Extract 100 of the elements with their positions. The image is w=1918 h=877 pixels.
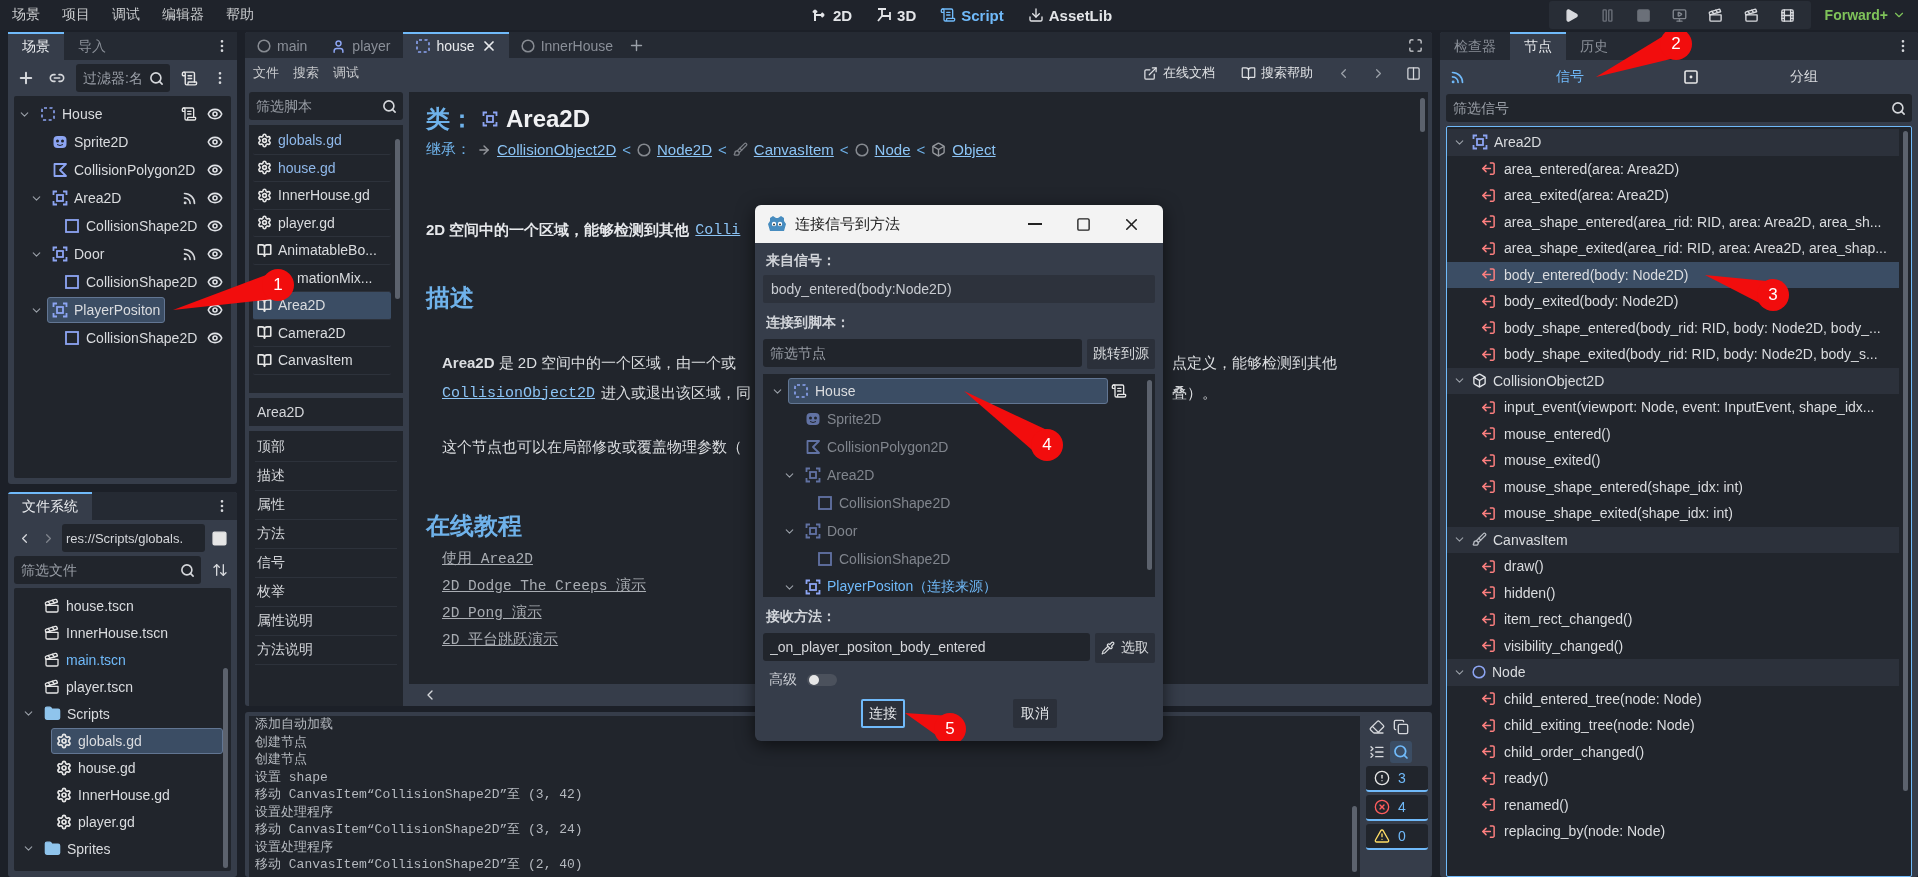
tree-item[interactable]: House bbox=[788, 378, 1108, 404]
eye-icon[interactable] bbox=[207, 218, 223, 234]
signal-item[interactable]: mouse_exited() bbox=[1447, 447, 1607, 474]
dock-tab[interactable]: 检查器 bbox=[1440, 32, 1510, 60]
member-item[interactable]: 方法 bbox=[255, 520, 397, 549]
signal-item[interactable]: body_exited(body: Node2D) bbox=[1447, 288, 1685, 315]
tree-item[interactable]: CollisionShape2D bbox=[59, 269, 203, 295]
eye-icon[interactable] bbox=[207, 274, 223, 290]
signal-item[interactable]: child_order_changed() bbox=[1447, 738, 1651, 765]
signal-item[interactable]: draw() bbox=[1447, 553, 1550, 580]
file-item[interactable]: house.gd bbox=[51, 754, 223, 781]
menu-item[interactable]: 调试 bbox=[112, 6, 140, 24]
class-link[interactable]: CanvasItem bbox=[753, 141, 834, 158]
file-item[interactable]: globals.gd bbox=[51, 727, 223, 754]
signal-item[interactable]: ready() bbox=[1447, 765, 1555, 792]
tree-item[interactable]: CollisionShape2D bbox=[59, 213, 203, 239]
dock-tab[interactable]: 导入 bbox=[64, 32, 120, 60]
help-button[interactable]: 搜索帮助 bbox=[1235, 63, 1319, 83]
signal-item[interactable]: body_shape_exited(body_rid: RID, body: Node2D, body_s... bbox=[1447, 341, 1884, 368]
toggle-switch[interactable] bbox=[807, 674, 837, 686]
mode-button[interactable]: Script bbox=[936, 4, 1008, 26]
mode-button[interactable]: 2D bbox=[807, 4, 857, 26]
tree-item[interactable]: House bbox=[35, 101, 108, 127]
member-item[interactable]: 信号 bbox=[255, 549, 397, 578]
file-item[interactable]: Sprites bbox=[39, 835, 223, 862]
script-item[interactable]: InnerHouse.gd bbox=[253, 182, 391, 210]
signal-item[interactable]: child_entered_tree(node: Node) bbox=[1447, 685, 1708, 712]
filter-field[interactable]: 筛选文件 bbox=[14, 556, 201, 584]
mode-button[interactable]: 3D bbox=[872, 4, 921, 26]
signal-item[interactable]: area_shape_entered(area_rid: RID, area: Area2D, area_sh... bbox=[1447, 208, 1888, 235]
eye-icon[interactable] bbox=[207, 106, 223, 122]
file-item[interactable]: InnerHouse.gd bbox=[51, 781, 223, 808]
signal-icon[interactable] bbox=[182, 246, 197, 262]
dock-tab[interactable]: 节点 bbox=[1510, 32, 1566, 60]
file-tab[interactable]: player bbox=[319, 32, 403, 58]
menu-item[interactable]: 场景 bbox=[12, 6, 40, 24]
file-tab[interactable]: main bbox=[245, 32, 320, 58]
signal-item[interactable]: visibility_changed() bbox=[1447, 632, 1630, 659]
signal-item[interactable]: hidden() bbox=[1447, 579, 1562, 606]
tree-item[interactable]: CollisionPolygon2D bbox=[47, 157, 201, 183]
sub-tab[interactable]: 信号 bbox=[1446, 60, 1679, 94]
member-item[interactable]: 枚举 bbox=[255, 578, 397, 607]
member-item[interactable]: 顶部 bbox=[255, 433, 397, 462]
file-item[interactable]: house.tscn bbox=[39, 592, 223, 619]
eye-icon[interactable] bbox=[207, 190, 223, 206]
signal-item[interactable]: area_shape_exited(area_rid: RID, area: Area2D, area_shap... bbox=[1447, 235, 1893, 262]
signal-item[interactable]: area_entered(area: Area2D) bbox=[1447, 155, 1686, 182]
filter-field[interactable]: 筛选信号 bbox=[1446, 94, 1912, 122]
member-item[interactable]: 属性 bbox=[255, 491, 397, 520]
tutorial-link[interactable]: 2D Dodge The Creeps 演示 bbox=[442, 573, 647, 600]
eye-icon[interactable] bbox=[207, 162, 223, 178]
script-item[interactable]: player.gd bbox=[253, 209, 391, 237]
tree-item[interactable]: Area2D bbox=[47, 185, 127, 211]
signal-item[interactable]: renamed() bbox=[1447, 791, 1575, 818]
class-link[interactable]: Colli bbox=[695, 222, 741, 239]
menu-item[interactable]: 搜索 bbox=[293, 64, 319, 82]
script-item[interactable]: CanvasItem bbox=[253, 347, 391, 375]
filter-field[interactable]: 筛选脚本 bbox=[249, 92, 403, 120]
renderer-dropdown[interactable]: Forward+ bbox=[1818, 6, 1912, 24]
class-link[interactable]: CollisionObject2D bbox=[497, 141, 617, 158]
path-field[interactable]: res://Scripts/globals. bbox=[62, 524, 205, 552]
menu-item[interactable]: 文件 bbox=[253, 64, 279, 82]
file-item[interactable]: main.tscn bbox=[39, 646, 223, 673]
tree-item[interactable]: PlayerPositon（连接来源） bbox=[800, 574, 1003, 597]
signal-item[interactable]: item_rect_changed() bbox=[1447, 606, 1639, 633]
script-item[interactable]: AnimatableBo... bbox=[253, 237, 391, 265]
file-item[interactable]: player.tscn bbox=[39, 673, 223, 700]
tool-button[interactable] bbox=[1390, 741, 1412, 763]
file-tab[interactable]: house bbox=[402, 32, 509, 58]
mode-button[interactable]: AssetLib bbox=[1023, 4, 1117, 26]
script-icon[interactable] bbox=[1111, 383, 1127, 399]
script-item[interactable]: Camera2D bbox=[253, 319, 391, 347]
signal-item[interactable]: area_exited(area: Area2D) bbox=[1447, 182, 1675, 209]
class-link[interactable]: CollisionObject2D bbox=[442, 384, 596, 402]
filter-field[interactable]: 筛选节点 bbox=[763, 339, 1082, 367]
signal-icon[interactable] bbox=[182, 190, 197, 206]
tree-item[interactable]: Door bbox=[47, 241, 110, 267]
tutorial-link[interactable]: 2D 平台跳跃演示 bbox=[442, 627, 559, 654]
count-filter-button[interactable]: 3 bbox=[1366, 766, 1428, 792]
signal-item[interactable]: mouse_shape_entered(shape_idx: int) bbox=[1447, 473, 1749, 500]
member-item[interactable]: 描述 bbox=[255, 462, 397, 491]
member-item[interactable]: 属性说明 bbox=[255, 607, 397, 636]
tutorial-link[interactable]: 2D Pong 演示 bbox=[442, 600, 542, 627]
menu-item[interactable]: 调试 bbox=[333, 64, 359, 82]
signal-item[interactable]: mouse_shape_exited(shape_idx: int) bbox=[1447, 500, 1739, 527]
eye-icon[interactable] bbox=[207, 330, 223, 346]
eye-icon[interactable] bbox=[207, 134, 223, 150]
script-item[interactable]: Area2D bbox=[253, 292, 391, 320]
script-icon[interactable] bbox=[181, 106, 197, 122]
signal-item[interactable]: body_entered(body: Node2D) bbox=[1447, 261, 1899, 288]
script-item[interactable]: globals.gd bbox=[253, 127, 391, 155]
help-button[interactable]: 在线文档 bbox=[1137, 63, 1221, 83]
member-item[interactable]: 方法说明 bbox=[255, 636, 397, 665]
menu-item[interactable]: 项目 bbox=[62, 6, 90, 24]
class-link[interactable]: Node bbox=[874, 141, 911, 158]
file-item[interactable]: InnerHouse.tscn bbox=[39, 619, 223, 646]
eye-icon[interactable] bbox=[207, 246, 223, 262]
signal-item[interactable]: input_event(viewport: Node, event: InputEvent, shape_idx... bbox=[1447, 394, 1881, 421]
jump-button[interactable]: 跳转到源 bbox=[1087, 339, 1155, 369]
signal-item[interactable]: child_exiting_tree(node: Node) bbox=[1447, 712, 1701, 739]
